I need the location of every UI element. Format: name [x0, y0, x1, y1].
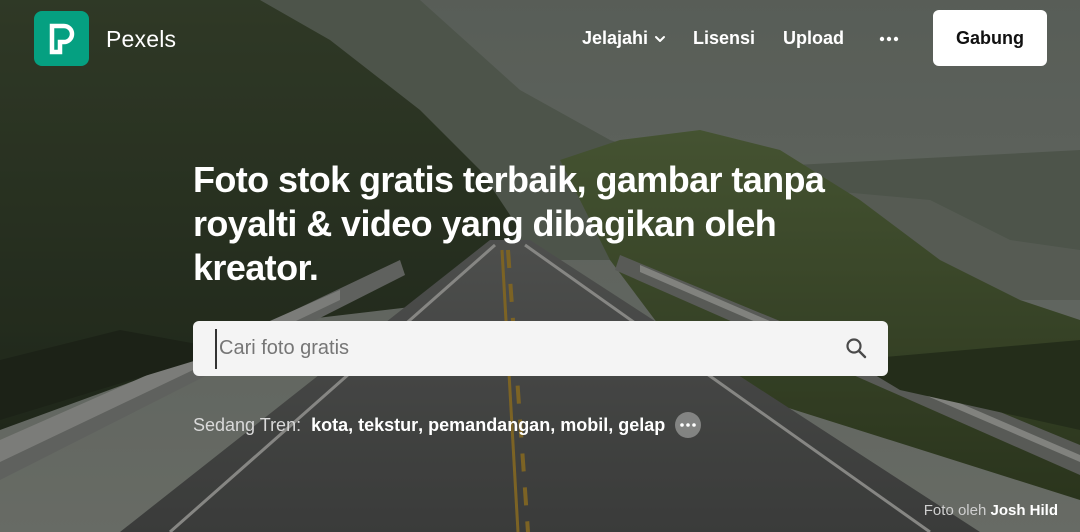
site-header: Pexels Jelajahi Lisensi Upload Gabung [0, 0, 1080, 78]
photo-credit-author-link[interactable]: Josh Hild [990, 502, 1058, 519]
search-input[interactable] [215, 328, 815, 369]
nav-explore-label: Jelajahi [582, 28, 649, 48]
trending-link-kota[interactable]: kota [311, 415, 348, 436]
search-bar [193, 321, 888, 376]
photo-credit: Foto oleh Josh Hild [924, 502, 1058, 519]
trending-link-pemandangan[interactable]: pemandangan [428, 415, 550, 436]
trending-searches: Sedang Tren: kota, tekstur, pemandangan,… [193, 412, 702, 438]
search-icon[interactable] [844, 336, 868, 360]
photo-credit-label: Foto oleh [923, 502, 987, 519]
hero-headline: Foto stok gratis terbaik, gambar tanpa r… [193, 159, 825, 288]
nav-upload-link[interactable]: Upload [783, 28, 844, 49]
trending-link-gelap[interactable]: gelap [618, 415, 665, 436]
trending-link-tekstur[interactable]: tekstur [358, 415, 418, 436]
nav-explore-menu[interactable]: Jelajahi [582, 28, 666, 49]
chevron-down-icon [655, 35, 666, 42]
trending-label: Sedang Tren: [193, 414, 302, 435]
ellipsis-icon [879, 36, 899, 42]
more-menu-button[interactable] [876, 26, 902, 52]
brand-name[interactable]: Pexels [106, 26, 176, 53]
ellipsis-icon [680, 423, 697, 427]
pexels-logo[interactable] [34, 11, 89, 66]
trending-more-button[interactable] [675, 412, 702, 438]
pexels-logo-icon [49, 23, 74, 54]
trending-link-mobil[interactable]: mobil [560, 415, 608, 436]
nav-license-link[interactable]: Lisensi [693, 28, 755, 49]
join-button[interactable]: Gabung [933, 10, 1047, 66]
